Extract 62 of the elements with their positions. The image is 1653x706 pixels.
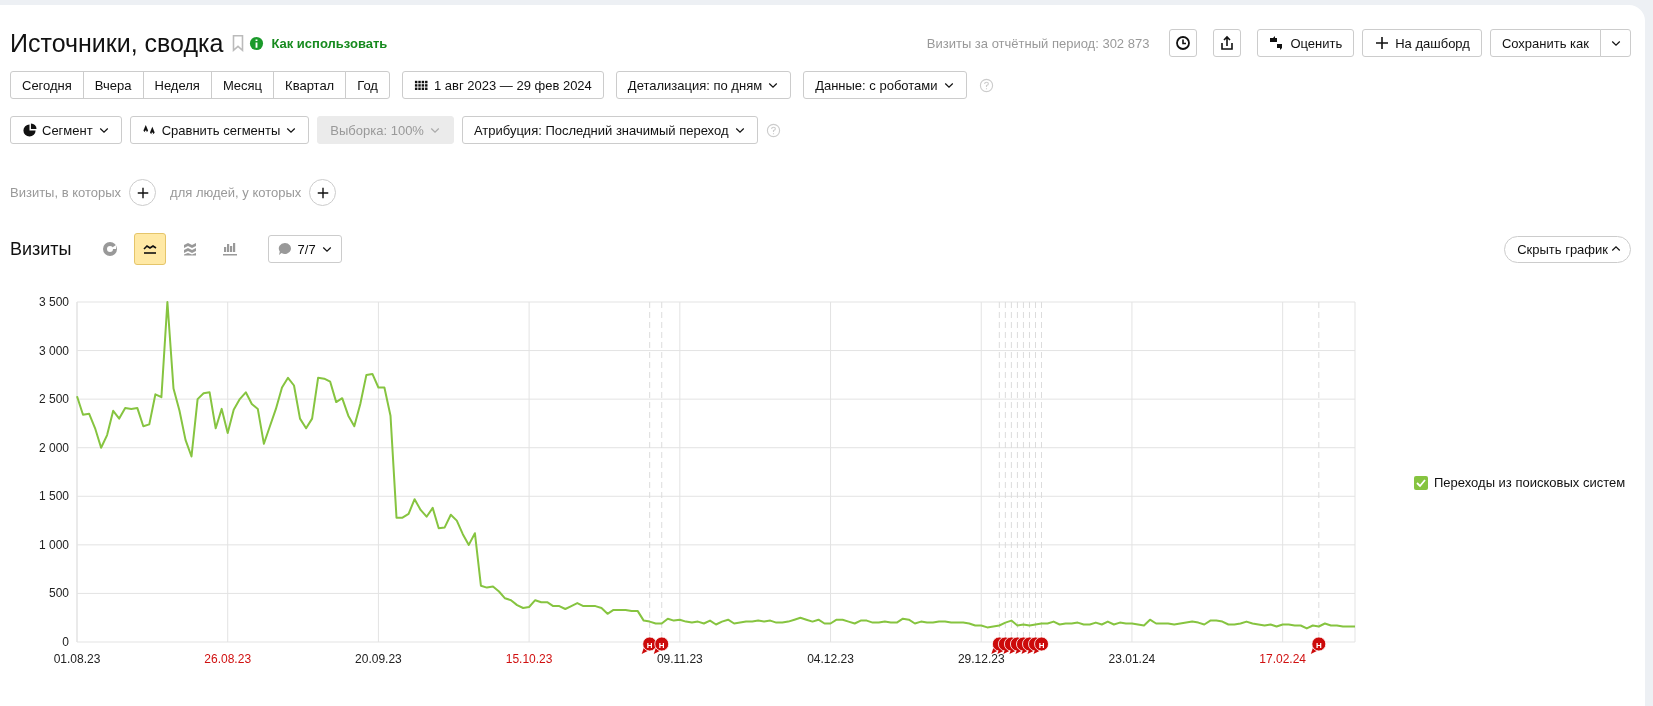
clock-icon — [1175, 35, 1192, 51]
axis-label: 09.11.23 — [656, 652, 703, 666]
hide-chart-button[interactable]: Скрыть график — [1504, 235, 1631, 263]
axis-label: 3 000 — [38, 343, 69, 358]
plus-icon — [135, 185, 150, 200]
period-button[interactable]: Неделя — [142, 71, 212, 99]
date-range-button[interactable]: 1 авг 2023 — 29 фев 2024 — [401, 71, 604, 99]
axis-label: 2 000 — [38, 440, 69, 455]
bar-chart-icon — [221, 241, 238, 257]
visits-total: Визиты за отчётный период: 302 873 — [926, 35, 1150, 51]
speech-bubble-icon — [276, 241, 293, 257]
legend-checkbox[interactable] — [1414, 475, 1428, 490]
plus-icon — [1374, 35, 1391, 51]
period-button[interactable]: Сегодня — [10, 71, 84, 99]
axis-label: 04.12.23 — [807, 652, 854, 666]
period-button[interactable]: Квартал — [273, 71, 347, 99]
add-condition-button[interactable] — [129, 179, 157, 206]
axis-label: 0 — [62, 635, 69, 649]
note-marker[interactable]: Н — [1033, 636, 1049, 654]
history-button[interactable] — [1169, 29, 1198, 57]
axis-label: 29.12.23 — [957, 652, 1005, 666]
add-condition-button[interactable] — [309, 179, 337, 206]
axis-label: 01.08.23 — [53, 652, 101, 666]
pie-chart-icon — [101, 241, 118, 257]
axis-label: 3 500 — [38, 295, 69, 309]
axis-label: 1 000 — [38, 537, 69, 552]
dropdown-button[interactable]: Сравнить сегменты — [129, 116, 310, 144]
export-button[interactable] — [1213, 29, 1242, 57]
plus-icon — [315, 185, 330, 200]
save-as-button[interactable]: Сохранить как — [1489, 29, 1601, 57]
condition-label: Визиты, в которых — [10, 185, 122, 200]
area-chart-icon — [181, 241, 198, 257]
dropdown-button[interactable]: Атрибуция: Последний значимый переход — [461, 116, 758, 144]
note-marker[interactable]: Н — [653, 636, 670, 654]
dropdown-button[interactable]: Детализация: по дням — [615, 71, 792, 99]
period-button[interactable]: Месяц — [210, 71, 275, 99]
period-button[interactable]: Год — [345, 71, 390, 99]
axis-label: 15.10.23 — [505, 652, 553, 666]
axis-label: 17.02.24 — [1259, 652, 1306, 666]
axis-label: 500 — [48, 586, 69, 601]
condition-label: для людей, у которых — [170, 185, 302, 200]
dropdown-button: Выборка: 100% — [317, 116, 454, 144]
period-button[interactable]: Вчера — [82, 71, 144, 99]
legend-label: Переходы из поисковых систем — [1434, 475, 1626, 490]
axis-label: 1 500 — [38, 489, 69, 504]
axis-label: 2 500 — [38, 392, 69, 407]
axis-label: 20.09.23 — [355, 652, 402, 666]
info-icon — [249, 35, 265, 51]
help-link[interactable]: Как использовать — [271, 35, 388, 51]
share-icon — [1219, 35, 1236, 51]
pie-icon — [22, 122, 37, 138]
dropdown-button[interactable]: Сегмент — [10, 116, 122, 144]
note-marker[interactable]: Н — [1310, 636, 1327, 654]
dashboard-button[interactable]: На дашборд — [1362, 29, 1482, 57]
axis-label: 23.01.24 — [1108, 652, 1156, 666]
chart-type-button[interactable] — [133, 233, 166, 265]
page-title: Источники, сводка — [10, 28, 224, 59]
axis-label: 26.08.23 — [204, 652, 252, 666]
rate-button[interactable]: Оценить — [1257, 29, 1355, 57]
section-title: Визиты — [10, 238, 72, 260]
notes-dropdown[interactable]: 7/7 — [267, 235, 342, 263]
dropdown-button[interactable]: Данные: с роботами — [803, 71, 967, 99]
